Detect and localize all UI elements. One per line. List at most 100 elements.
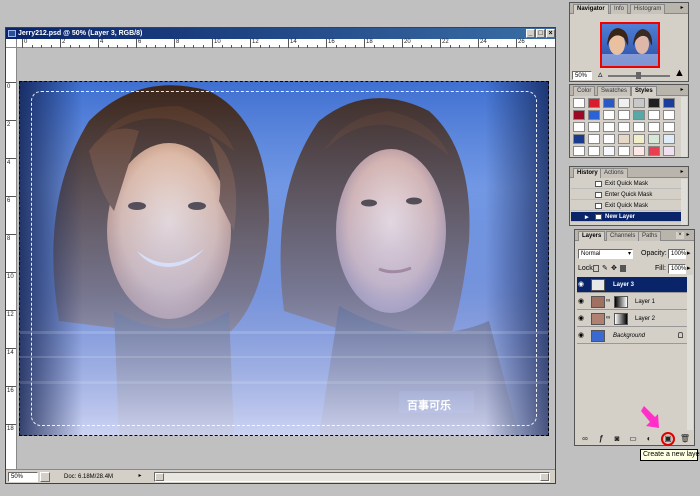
fill-arrow-icon[interactable]: ▸ [687, 264, 691, 274]
style-swatch[interactable] [663, 110, 675, 120]
canvas-image[interactable]: 百事可乐 [19, 81, 549, 436]
eye-icon[interactable]: ◉ [578, 298, 588, 305]
style-swatch[interactable] [603, 110, 615, 120]
style-swatch[interactable] [618, 134, 630, 144]
tab-paths[interactable]: Paths [638, 231, 662, 241]
minimize-button[interactable]: _ [526, 29, 535, 38]
style-swatch[interactable] [603, 146, 615, 156]
style-swatch[interactable] [663, 122, 675, 132]
style-swatch[interactable] [663, 134, 675, 144]
ruler-vertical[interactable]: 0 2 4 6 8 10 12 14 16 18 [6, 48, 17, 469]
link-layers-icon[interactable]: ∞ [579, 433, 591, 445]
palette-menu-icon[interactable]: ▸ [678, 169, 686, 176]
ruler-horizontal[interactable]: 0 2 4 6 8 10 12 14 16 18 20 22 24 26 [17, 39, 555, 48]
maximize-button[interactable]: □ [536, 29, 545, 38]
layer-row[interactable]: ◉ Background [577, 328, 691, 344]
tab-navigator[interactable]: Navigator [573, 4, 609, 14]
history-item[interactable]: Exit Quick Mask [571, 179, 685, 189]
style-swatch[interactable] [618, 98, 630, 108]
palette-menu-icon[interactable]: ▸ [678, 5, 686, 12]
lock-image-icon[interactable]: ✎ [602, 264, 608, 274]
layer-row[interactable]: ◉ Layer 3 [577, 277, 691, 293]
style-swatch[interactable] [648, 122, 660, 132]
style-swatch[interactable] [618, 110, 630, 120]
tab-layers[interactable]: Layers [578, 231, 606, 241]
style-swatch[interactable] [648, 134, 660, 144]
eye-icon[interactable]: ◉ [578, 332, 588, 339]
horizontal-scrollbar[interactable] [154, 472, 550, 482]
style-swatch[interactable] [663, 98, 675, 108]
scroll-right-icon[interactable] [540, 473, 549, 481]
style-swatch[interactable] [588, 110, 600, 120]
lock-transparency-icon[interactable] [593, 265, 599, 272]
history-scrollbar[interactable] [681, 179, 687, 225]
tab-history[interactable]: History [573, 168, 602, 178]
palette-menu-icon[interactable]: ▸ [684, 232, 692, 239]
add-layer-style-icon[interactable]: ƒ [595, 433, 607, 445]
palette-menu-icon[interactable]: ▸ [678, 87, 686, 94]
style-swatch[interactable] [633, 146, 645, 156]
style-swatch[interactable] [573, 98, 585, 108]
chain-link-icon[interactable]: ∞ [606, 298, 610, 304]
zoom-out-icon[interactable]: ▵ [598, 69, 603, 80]
style-swatch[interactable] [603, 134, 615, 144]
layer-row[interactable]: ◉ ∞ Layer 1 [577, 294, 691, 310]
create-new-layer-button[interactable]: ▣ [661, 432, 675, 446]
style-swatch[interactable] [573, 134, 585, 144]
style-swatch[interactable] [588, 146, 600, 156]
chain-link-icon[interactable]: ∞ [606, 315, 610, 321]
style-swatch[interactable] [633, 110, 645, 120]
style-swatch[interactable] [648, 146, 660, 156]
history-item-active[interactable]: ▸ New Layer [571, 212, 685, 222]
style-swatch[interactable] [633, 122, 645, 132]
zoom-field-button[interactable] [40, 472, 50, 482]
create-new-set-icon[interactable]: ▭ [627, 433, 639, 445]
lock-all-icon[interactable] [620, 265, 626, 272]
style-swatch[interactable] [633, 134, 645, 144]
add-layer-mask-icon[interactable]: ◙ [611, 433, 623, 445]
style-swatch[interactable] [573, 146, 585, 156]
create-adjustment-layer-icon[interactable]: ◐ [643, 433, 655, 445]
style-swatch[interactable] [588, 134, 600, 144]
style-swatch-grid[interactable] [573, 98, 685, 158]
document-window[interactable]: Jerry212.psd @ 50% (Layer 3, RGB/8) _ □ … [5, 27, 556, 484]
delete-layer-icon[interactable]: 🗑 [679, 433, 691, 445]
scroll-left-icon[interactable] [155, 473, 164, 481]
style-swatch[interactable] [588, 98, 600, 108]
zoom-in-icon[interactable]: ▲ [674, 67, 685, 79]
style-swatch[interactable] [573, 110, 585, 120]
tab-styles[interactable]: Styles [631, 86, 657, 96]
fill-field[interactable]: 100% [668, 264, 686, 274]
close-button[interactable]: × [546, 29, 555, 38]
style-swatch[interactable] [603, 98, 615, 108]
tab-swatches[interactable]: Swatches [597, 86, 632, 96]
canvas-area[interactable]: 百事可乐 [17, 48, 555, 469]
style-swatch[interactable] [603, 122, 615, 132]
palette-close-icon[interactable]: × [676, 232, 684, 239]
layer-row[interactable]: ◉ ∞ Layer 2 [577, 311, 691, 327]
layer-mask-thumbnail[interactable] [614, 296, 628, 308]
lock-position-icon[interactable]: ✥ [611, 264, 617, 274]
style-swatch[interactable] [648, 110, 660, 120]
tab-channels[interactable]: Channels [606, 231, 640, 241]
tab-info[interactable]: Info [610, 4, 629, 14]
ruler-origin[interactable] [6, 39, 17, 48]
tab-color[interactable]: Color [573, 86, 596, 96]
tab-actions[interactable]: Actions [600, 168, 628, 178]
zoom-field[interactable]: 50% [8, 472, 38, 482]
history-item[interactable]: Enter Quick Mask [571, 190, 685, 200]
layer-mask-thumbnail[interactable] [614, 313, 628, 325]
eye-icon[interactable]: ◉ [578, 315, 588, 322]
tab-histogram[interactable]: Histogram [630, 4, 666, 14]
style-swatch[interactable] [618, 146, 630, 156]
style-swatch[interactable] [663, 146, 675, 156]
status-menu-arrow-icon[interactable]: ▸ [136, 473, 144, 481]
blend-mode-select[interactable]: Normal ▾ [578, 249, 633, 259]
style-swatch[interactable] [648, 98, 660, 108]
history-item[interactable]: Exit Quick Mask [571, 201, 685, 211]
opacity-arrow-icon[interactable]: ▸ [687, 249, 691, 259]
style-swatch[interactable] [633, 98, 645, 108]
document-titlebar[interactable]: Jerry212.psd @ 50% (Layer 3, RGB/8) _ □ … [6, 28, 555, 39]
navigator-slider-knob[interactable] [636, 72, 641, 79]
style-swatch[interactable] [573, 122, 585, 132]
